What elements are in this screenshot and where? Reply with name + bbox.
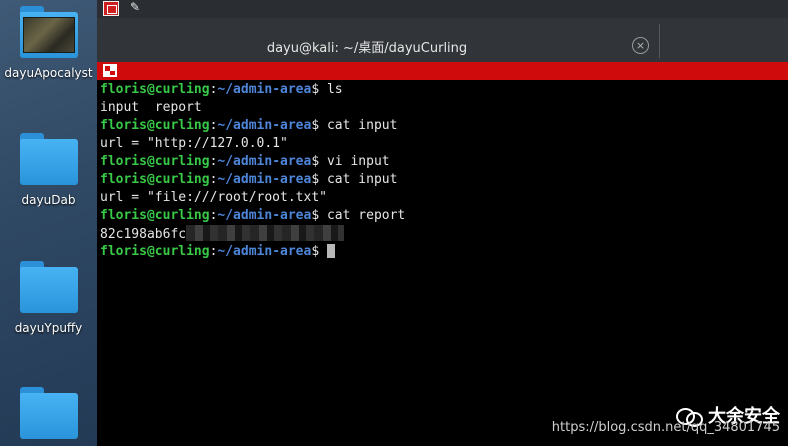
terminal-line: floris@curling:~/admin-area$ cat input xyxy=(100,118,398,133)
terminal-output[interactable]: floris@curling:~/admin-area$ ls input re… xyxy=(100,81,786,446)
prompt-user: floris@curling xyxy=(100,244,210,259)
terminal-line: url = "http://127.0.0.1" xyxy=(100,136,288,151)
prompt-user: floris@curling xyxy=(100,154,210,169)
terminal-window: ✎ dayu@kali: ~/桌面/dayuCurling × floris@c… xyxy=(97,0,788,446)
command-text: $ ls xyxy=(311,82,343,97)
prompt-user: floris@curling xyxy=(100,82,210,97)
desktop-item-dayuYpuffy[interactable]: dayuYpuffy xyxy=(0,261,97,335)
desktop-item-label: dayuDab xyxy=(21,193,76,207)
prompt-path: ~/admin-area xyxy=(217,244,312,259)
command-text: $ cat input xyxy=(311,118,398,133)
terminal-line: 82c198ab6fc xyxy=(100,225,786,243)
terminal-line: floris@curling:~/admin-area$ cat input xyxy=(100,172,398,187)
redacted-blur xyxy=(186,225,345,241)
terminal-cursor xyxy=(326,244,335,258)
desktop-item-dayuDab[interactable]: dayuDab xyxy=(0,133,97,207)
terminal-line: floris@curling:~/admin-area$ cat report xyxy=(100,208,406,223)
folder-icon xyxy=(19,133,78,185)
command-text: $ vi input xyxy=(311,154,390,169)
folder-icon xyxy=(19,6,78,58)
folder-icon xyxy=(19,387,78,439)
prompt-path: ~/admin-area xyxy=(217,82,312,97)
terminal-line: floris@curling:~/admin-area$ ls xyxy=(100,82,343,97)
terminal-line: input report xyxy=(100,100,202,115)
split-view-icon[interactable] xyxy=(103,64,117,77)
prompt-user: floris@curling xyxy=(100,172,210,187)
tab-terminal[interactable]: dayu@kali: ~/桌面/dayuCurling × xyxy=(97,23,659,62)
terminal-header-bar xyxy=(97,62,788,80)
window-top-bar: ✎ xyxy=(97,0,788,18)
terminal-app-icon[interactable] xyxy=(103,1,119,16)
tab-divider xyxy=(659,24,660,58)
command-text: $ xyxy=(311,244,327,259)
desktop-item-label: dayuApocalyst xyxy=(4,66,93,80)
prompt-path: ~/admin-area xyxy=(217,118,312,133)
close-tab-icon[interactable]: × xyxy=(632,37,649,54)
terminal-line: floris@curling:~/admin-area$ xyxy=(100,243,786,261)
command-text: $ cat input xyxy=(311,172,398,187)
desktop-item-label: dayuYpuffy xyxy=(14,321,83,335)
pin-icon[interactable]: ✎ xyxy=(130,0,140,14)
tab-title: dayu@kali: ~/桌面/dayuCurling xyxy=(266,41,468,56)
watermark-url: https://blog.csdn.net/qq_34801745 xyxy=(551,420,780,435)
report-output: 82c198ab6fc xyxy=(100,227,187,242)
terminal-line: url = "file:///root/root.txt" xyxy=(100,190,327,205)
terminal-line: floris@curling:~/admin-area$ vi input xyxy=(100,154,390,169)
tab-bar: dayu@kali: ~/桌面/dayuCurling × xyxy=(97,18,788,62)
watermark: 大余安全 https://blog.csdn.net/qq_34801745 xyxy=(552,402,780,435)
prompt-user: floris@curling xyxy=(100,208,210,223)
folder-icon xyxy=(19,261,78,313)
prompt-path: ~/admin-area xyxy=(217,154,312,169)
desktop-item-folder[interactable] xyxy=(0,387,97,439)
prompt-user: floris@curling xyxy=(100,118,210,133)
desktop: dayuApocalyst dayuDab dayuYpuffy xyxy=(0,0,97,446)
desktop-item-dayuApocalyst[interactable]: dayuApocalyst xyxy=(0,6,97,80)
prompt-path: ~/admin-area xyxy=(217,172,312,187)
command-text: $ cat report xyxy=(311,208,406,223)
prompt-path: ~/admin-area xyxy=(217,208,312,223)
